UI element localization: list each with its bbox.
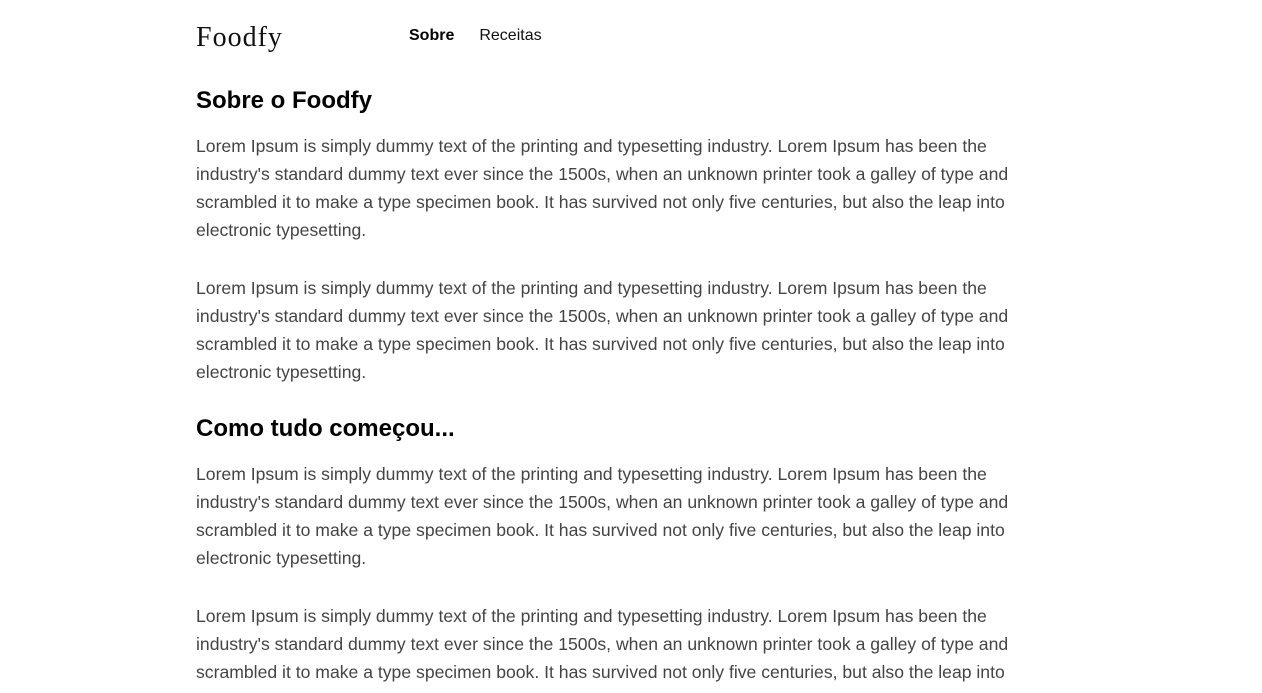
main-content: Sobre o Foodfy Lorem Ipsum is simply dum…: [196, 86, 1036, 693]
paragraph: Lorem Ipsum is simply dummy text of the …: [196, 464, 1009, 568]
section-history: Como tudo começou... Lorem Ipsum is simp…: [196, 414, 1036, 693]
main-nav: Sobre Receitas: [409, 26, 542, 46]
section-title: Sobre o Foodfy: [196, 87, 372, 114]
section-title: Como tudo começou...: [196, 415, 455, 442]
site-logo[interactable]: Foodfy: [196, 20, 283, 56]
paragraph: Lorem Ipsum is simply dummy text of the …: [196, 136, 1009, 240]
paragraph: Lorem Ipsum is simply dummy text of the …: [196, 278, 1009, 382]
nav-link-sobre[interactable]: Sobre: [409, 26, 454, 46]
paragraph: Lorem Ipsum is simply dummy text of the …: [196, 606, 1009, 693]
nav-link-receitas[interactable]: Receitas: [479, 26, 541, 46]
site-header: Foodfy Sobre Receitas: [196, 18, 1036, 58]
section-about: Sobre o Foodfy Lorem Ipsum is simply dum…: [196, 86, 1036, 386]
page: Foodfy Sobre Receitas Sobre o Foodfy Lor…: [0, 0, 1262, 693]
